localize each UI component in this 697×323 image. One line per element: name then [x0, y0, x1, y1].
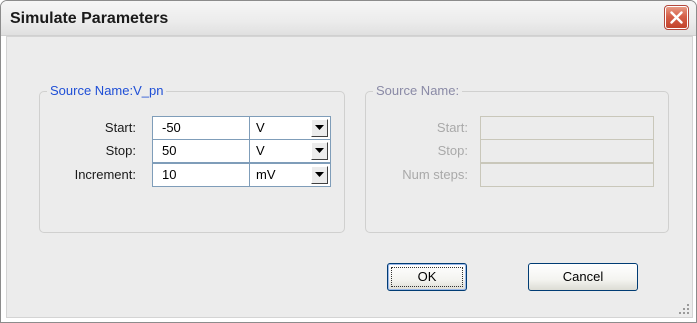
- title-bar[interactable]: Simulate Parameters: [1, 1, 696, 36]
- stop-input-disabled: [480, 139, 654, 163]
- close-button[interactable]: [664, 5, 689, 30]
- chevron-down-icon: [315, 172, 324, 177]
- chevron-down-icon: [315, 148, 324, 153]
- num-steps-label-disabled: Num steps:: [402, 167, 468, 182]
- cancel-button-label: Cancel: [562, 269, 604, 284]
- stop-unit-select[interactable]: V: [249, 139, 331, 163]
- stop-unit-dropdown-button[interactable]: [311, 142, 328, 160]
- source-name-legend-disabled: Source Name:: [373, 83, 463, 98]
- source-group-disabled: Source Name: Start: Stop: Num steps:: [365, 83, 669, 233]
- num-steps-input-disabled: [480, 163, 654, 187]
- start-label: Start:: [104, 120, 136, 135]
- stop-unit-value: V: [256, 143, 265, 158]
- stop-label-disabled: Stop:: [437, 143, 468, 158]
- start-unit-dropdown-button[interactable]: [311, 119, 328, 137]
- ok-button[interactable]: OK: [387, 263, 467, 291]
- cancel-button[interactable]: Cancel: [528, 263, 638, 291]
- stop-input[interactable]: 50: [152, 139, 250, 163]
- dialog-title: Simulate Parameters: [10, 10, 169, 27]
- increment-label: Increment:: [74, 167, 136, 182]
- resize-grip-icon[interactable]: [678, 303, 690, 315]
- increment-input[interactable]: 10: [152, 163, 250, 187]
- increment-unit-value: mV: [256, 167, 276, 182]
- start-label-disabled: Start:: [436, 120, 468, 135]
- chevron-down-icon: [315, 125, 324, 130]
- simulate-parameters-dialog: Simulate Parameters Source Name:V_pn Sta…: [0, 0, 697, 323]
- dialog-body: Source Name:V_pn Start: -50 V Stop: 50 V…: [6, 36, 693, 318]
- focus-indicator: [391, 267, 463, 287]
- close-icon: [670, 11, 683, 24]
- stop-label: Stop:: [105, 143, 136, 158]
- increment-unit-dropdown-button[interactable]: [311, 166, 328, 184]
- increment-unit-select[interactable]: mV: [249, 163, 331, 187]
- start-input[interactable]: -50: [152, 116, 250, 140]
- start-unit-select[interactable]: V: [249, 116, 331, 140]
- source-group-active: Source Name:V_pn Start: -50 V Stop: 50 V…: [39, 83, 345, 233]
- start-unit-value: V: [256, 120, 265, 135]
- start-input-disabled: [480, 116, 654, 140]
- source-name-legend: Source Name:V_pn: [47, 83, 167, 98]
